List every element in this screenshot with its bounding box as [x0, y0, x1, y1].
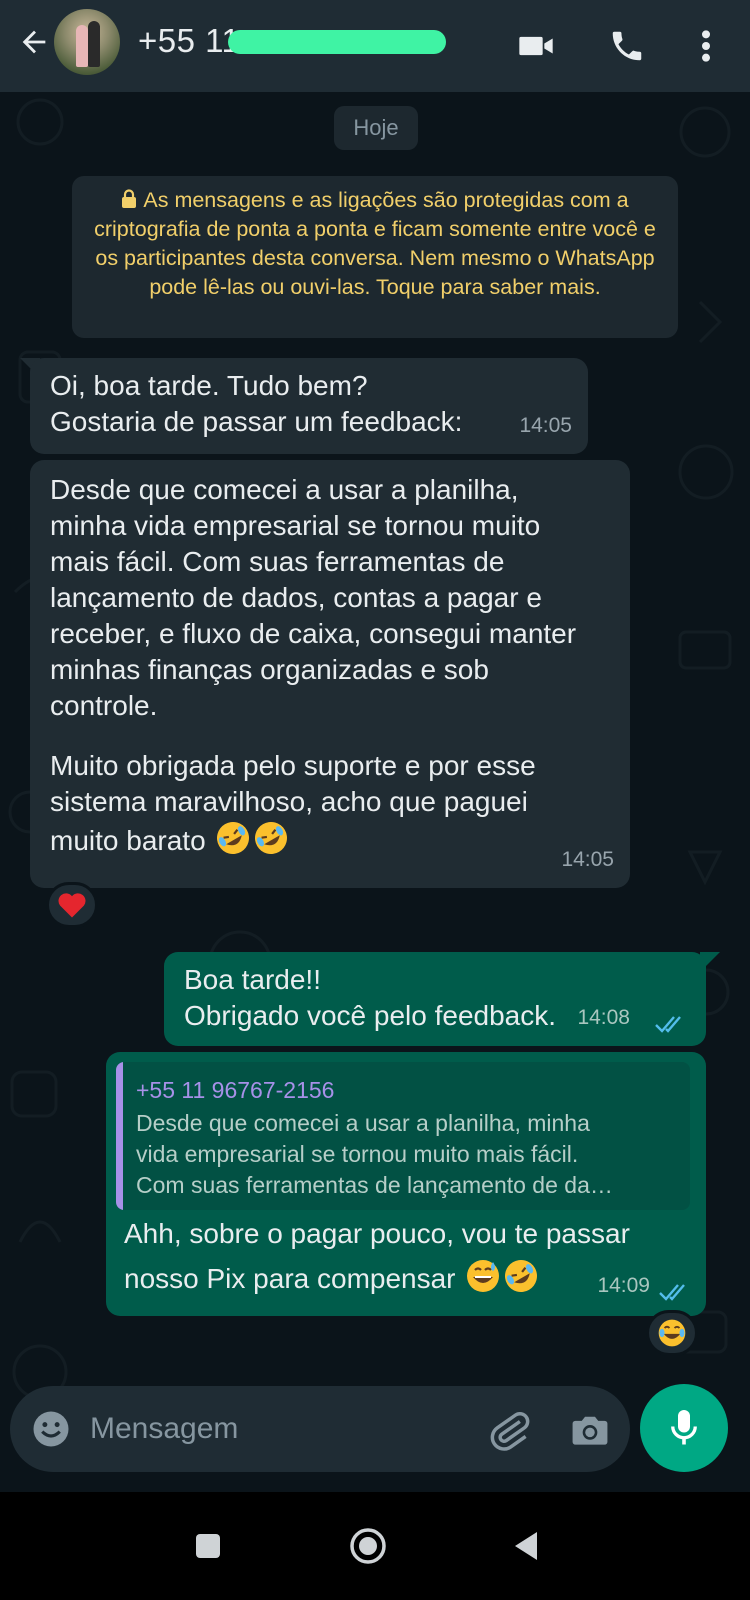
message-reaction[interactable]	[46, 882, 98, 928]
back-button[interactable]	[14, 22, 54, 62]
double-check-read-icon	[655, 1016, 681, 1033]
voice-call-button[interactable]	[605, 24, 649, 68]
rolling-on-floor-laughing-emoji	[505, 1260, 538, 1292]
paperclip-icon[interactable]	[488, 1408, 532, 1452]
lock-icon	[122, 189, 137, 208]
phone-icon	[612, 31, 642, 61]
smiley-icon[interactable]	[30, 1408, 72, 1450]
message-text: muito barato	[50, 825, 206, 856]
quote-text-line: Desde que comecei a usar a planilha, min…	[136, 1110, 590, 1136]
message-time: 14:08	[577, 1006, 630, 1029]
outgoing-message[interactable]: Boa tarde!! Obrigado você pelo feedback.…	[164, 952, 706, 1046]
encryption-notice[interactable]: As mensagens e as ligações são protegida…	[72, 176, 678, 338]
video-camera-icon	[519, 36, 553, 56]
chat-area[interactable]: Hoje As mensagens e as ligações são prot…	[0, 92, 750, 1492]
message-text: Muito obrigada pelo suporte e por esse s…	[50, 750, 536, 817]
message-input[interactable]	[90, 1408, 470, 1450]
quote-text-line: Com suas ferramentas de lançamento de da…	[136, 1172, 613, 1198]
microphone-icon	[671, 1410, 697, 1445]
red-heart-emoji	[58, 893, 86, 918]
more-options-button[interactable]	[684, 24, 728, 68]
recents-button[interactable]	[184, 1522, 232, 1570]
message-time: 14:05	[519, 414, 572, 437]
grinning-sweat-emoji	[467, 1260, 500, 1292]
back-nav-button[interactable]	[502, 1522, 550, 1570]
message-reaction[interactable]	[646, 1310, 698, 1356]
contact-avatar[interactable]	[54, 9, 120, 75]
message-text: Boa tarde!! Obrigado você pelo feedback.	[184, 964, 557, 1031]
video-call-button[interactable]	[514, 24, 558, 68]
more-vertical-icon	[702, 30, 710, 62]
arrow-left-icon	[22, 30, 46, 54]
back-triangle-icon	[515, 1532, 537, 1560]
double-check-read-icon	[659, 1284, 685, 1301]
message-composer	[10, 1386, 630, 1472]
encryption-notice-text: As mensagens e as ligações são protegida…	[94, 188, 656, 299]
chat-header: +55 11	[0, 0, 750, 92]
message-text: Desde que comecei a usar a planilha, min…	[50, 474, 577, 721]
rolling-on-floor-laughing-emoji	[255, 822, 288, 854]
home-button[interactable]	[344, 1522, 392, 1570]
avatar-figure	[76, 25, 88, 67]
outgoing-reply-message[interactable]: +55 11 96767-2156 Desde que comecei a us…	[106, 1052, 706, 1316]
message-time: 14:05	[561, 848, 614, 871]
message-text-line: nosso Pix para compensar	[124, 1258, 539, 1297]
home-circle-icon	[350, 1528, 386, 1564]
face-with-tears-of-joy-emoji	[658, 1319, 686, 1347]
quote-author: +55 11 96767-2156	[136, 1077, 335, 1103]
voice-message-button[interactable]	[640, 1384, 728, 1472]
message-text: nosso Pix para compensar	[124, 1263, 456, 1294]
recents-square-icon	[196, 1534, 220, 1558]
avatar-figure	[88, 21, 100, 67]
contact-name[interactable]: +55 11	[138, 22, 240, 60]
incoming-message[interactable]: Desde que comecei a usar a planilha, min…	[30, 460, 630, 888]
rolling-on-floor-laughing-emoji	[217, 822, 250, 854]
incoming-message[interactable]: Oi, boa tarde. Tudo bem? Gostaria de pas…	[30, 358, 588, 454]
message-text: Ahh, sobre o pagar pouco, vou te passar	[124, 1218, 630, 1249]
quote-text: Desde que comecei a usar a planilha, min…	[136, 1108, 682, 1201]
quote-text-line: vida empresarial se tornou muito mais fá…	[136, 1141, 579, 1167]
quoted-message[interactable]: +55 11 96767-2156 Desde que comecei a us…	[116, 1062, 690, 1210]
message-text: Oi, boa tarde. Tudo bem? Gostaria de pas…	[50, 370, 463, 437]
system-navigation-bar	[0, 1492, 750, 1600]
message-text-line: muito barato	[50, 820, 289, 859]
camera-icon[interactable]	[568, 1408, 612, 1452]
quote-accent-bar	[116, 1062, 123, 1210]
redaction-mark	[228, 30, 446, 54]
date-separator: Hoje	[334, 106, 418, 150]
message-time: 14:09	[597, 1274, 650, 1297]
